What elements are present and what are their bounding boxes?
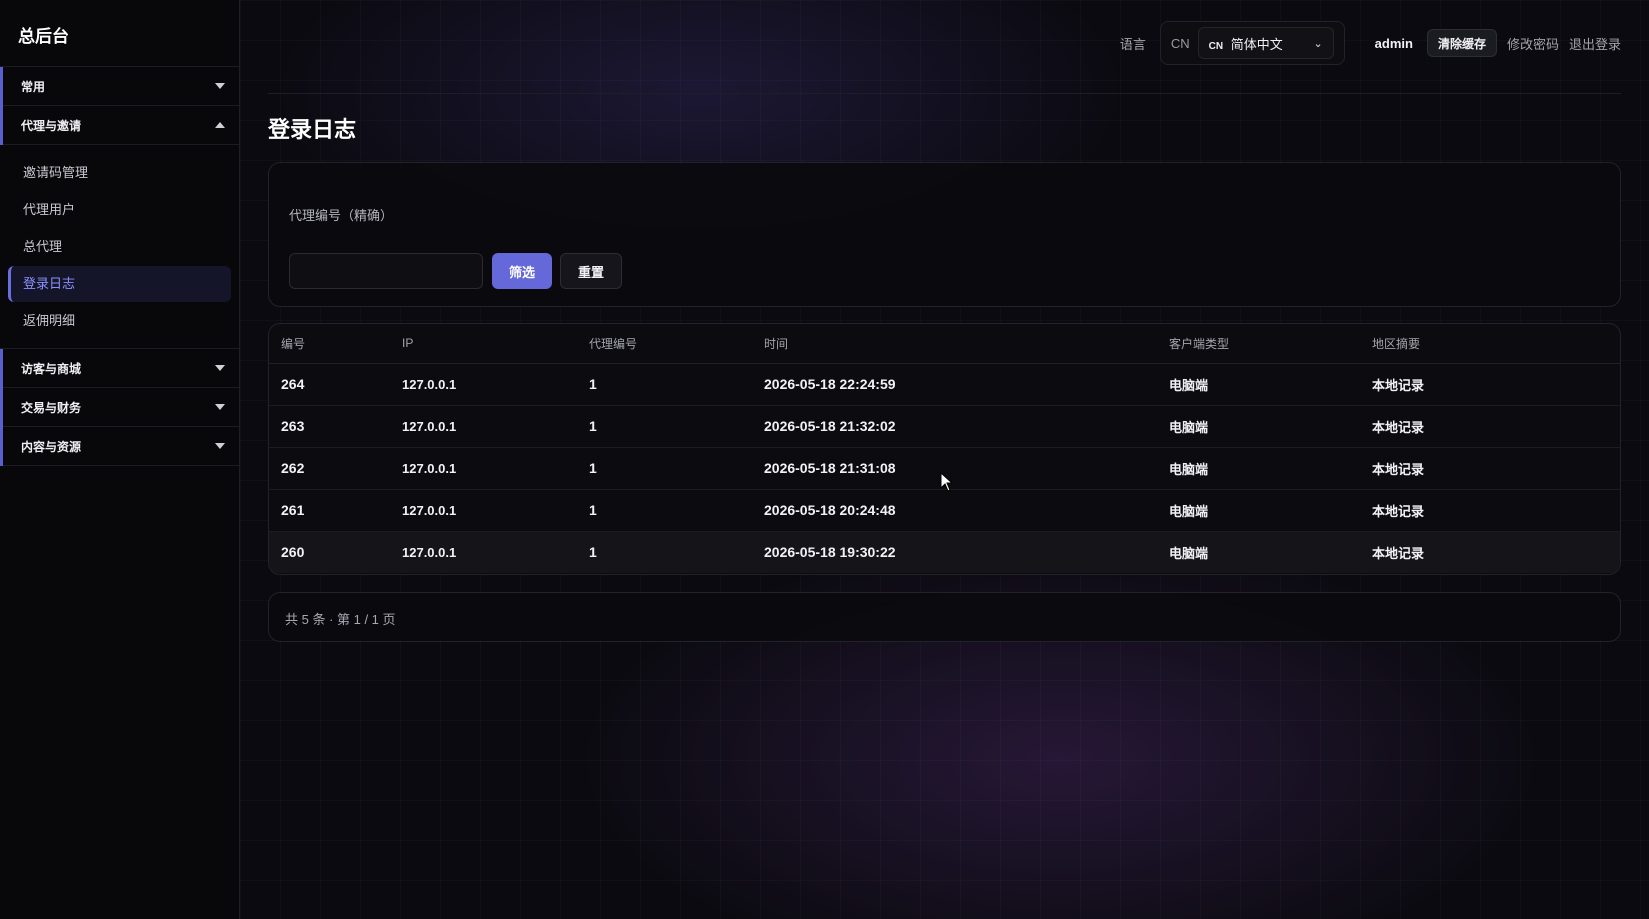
table-header-row: 编号 IP 代理编号 时间 客户端类型 地区摘要 <box>269 324 1620 364</box>
sidebar: 总后台 常用 代理与邀请 邀请码管理 代理用户 总代理 登录日志 返佣明细 访客… <box>0 0 240 919</box>
chevron-down-icon <box>215 83 225 89</box>
cell-agent-id: 1 <box>577 531 752 573</box>
cell-time: 2026-05-18 21:31:08 <box>752 447 1157 490</box>
table-row[interactable]: 263 127.0.0.1 1 2026-05-18 21:32:02 电脑端 … <box>269 405 1620 448</box>
filter-button[interactable]: 筛选 <box>492 253 552 289</box>
column-header-agent-id[interactable]: 代理编号 <box>577 324 752 364</box>
login-log-table: 编号 IP 代理编号 时间 客户端类型 地区摘要 264 127.0.0.1 1… <box>268 323 1621 575</box>
cell-client-type: 电脑端 <box>1157 531 1360 573</box>
chevron-down-icon <box>215 443 225 449</box>
nav-head-common[interactable]: 常用 <box>3 67 239 106</box>
language-label: 语言 <box>1119 36 1146 52</box>
sidebar-item-master-agent[interactable]: 总代理 <box>8 229 231 265</box>
nav-head-agent[interactable]: 代理与邀请 <box>3 106 239 145</box>
language-select-tag: CN <box>1208 40 1224 52</box>
nav-head-label: 交易与财务 <box>21 400 82 415</box>
column-header-region[interactable]: 地区摘要 <box>1360 324 1620 364</box>
language-code: CN <box>1170 35 1190 51</box>
page-title: 登录日志 <box>268 117 357 142</box>
cell-region: 本地记录 <box>1360 489 1620 532</box>
nav-group-content: 内容与资源 <box>0 427 239 466</box>
cell-client-type: 电脑端 <box>1157 363 1360 406</box>
table: 编号 IP 代理编号 时间 客户端类型 地区摘要 264 127.0.0.1 1… <box>269 324 1620 573</box>
nav-head-finance[interactable]: 交易与财务 <box>3 388 239 427</box>
cell-time: 2026-05-18 20:24:48 <box>752 489 1157 532</box>
nav-group-visitors: 访客与商城 <box>0 349 239 388</box>
cell-agent-id: 1 <box>577 363 752 406</box>
cell-region: 本地记录 <box>1360 363 1620 406</box>
chevron-down-icon <box>215 365 225 371</box>
table-row[interactable]: 260 127.0.0.1 1 2026-05-18 19:30:22 电脑端 … <box>269 531 1620 573</box>
chevron-down-icon: ⌄ <box>1313 37 1323 50</box>
cell-ip: 127.0.0.1 <box>390 489 577 532</box>
pagination-summary: 共 5 条 · 第 1 / 1 页 <box>268 592 1621 642</box>
cell-id: 264 <box>269 363 390 406</box>
agent-id-input[interactable] <box>289 253 483 289</box>
cell-time: 2026-05-18 21:32:02 <box>752 405 1157 448</box>
cell-ip: 127.0.0.1 <box>390 363 577 406</box>
cell-region: 本地记录 <box>1360 531 1620 573</box>
filter-panel: 代理编号（精确） 筛选 重置 <box>268 162 1621 307</box>
nav-group-finance: 交易与财务 <box>0 388 239 427</box>
nav-group-common: 常用 <box>0 67 239 106</box>
cell-id: 261 <box>269 489 390 532</box>
language-select-value: 简体中文 <box>1230 36 1283 52</box>
header-divider <box>268 93 1621 94</box>
sub-list-agent: 邀请码管理 代理用户 总代理 登录日志 返佣明细 <box>0 145 239 349</box>
language-select-value-wrap: CN 简体中文 <box>1209 34 1283 53</box>
cell-client-type: 电脑端 <box>1157 405 1360 448</box>
cell-time: 2026-05-18 22:24:59 <box>752 363 1157 406</box>
pagination-text: 共 5 条 · 第 1 / 1 页 <box>285 612 396 627</box>
cell-agent-id: 1 <box>577 405 752 448</box>
clear-cache-button[interactable]: 清除缓存 <box>1426 29 1497 57</box>
sidebar-item-login-log[interactable]: 登录日志 <box>8 266 231 302</box>
sidebar-item-invite-codes[interactable]: 邀请码管理 <box>8 155 231 191</box>
agent-id-filter-label: 代理编号（精确） <box>289 208 394 223</box>
reset-button[interactable]: 重置 <box>560 253 622 289</box>
sidebar-item-commission[interactable]: 返佣明细 <box>8 303 231 339</box>
cell-id: 262 <box>269 447 390 490</box>
cell-region: 本地记录 <box>1360 405 1620 448</box>
cell-ip: 127.0.0.1 <box>390 447 577 490</box>
brand-title: 总后台 <box>0 0 239 67</box>
sidebar-item-agent-users[interactable]: 代理用户 <box>8 192 231 228</box>
table-row[interactable]: 264 127.0.0.1 1 2026-05-18 22:24:59 电脑端 … <box>269 363 1620 406</box>
language-box: CN CN 简体中文 ⌄ <box>1159 21 1345 65</box>
table-row[interactable]: 261 127.0.0.1 1 2026-05-18 20:24:48 电脑端 … <box>269 489 1620 532</box>
cell-time: 2026-05-18 19:30:22 <box>752 531 1157 573</box>
cell-region: 本地记录 <box>1360 447 1620 490</box>
nav-head-visitors[interactable]: 访客与商城 <box>3 349 239 388</box>
change-password-link[interactable]: 修改密码 <box>1507 34 1559 53</box>
nav-head-content[interactable]: 内容与资源 <box>3 427 239 466</box>
nav-group-agent: 代理与邀请 <box>0 106 239 145</box>
nav-head-label: 常用 <box>21 79 46 94</box>
column-header-client-type[interactable]: 客户端类型 <box>1157 324 1360 364</box>
column-header-id[interactable]: 编号 <box>269 324 390 364</box>
chevron-down-icon <box>215 404 225 410</box>
column-header-ip[interactable]: IP <box>390 324 577 364</box>
cell-ip: 127.0.0.1 <box>390 531 577 573</box>
cell-client-type: 电脑端 <box>1157 489 1360 532</box>
cell-agent-id: 1 <box>577 447 752 490</box>
cell-ip: 127.0.0.1 <box>390 405 577 448</box>
cell-id: 263 <box>269 405 390 448</box>
nav-head-label: 内容与资源 <box>21 439 82 454</box>
cell-id: 260 <box>269 531 390 573</box>
nav-head-label: 代理与邀请 <box>21 118 82 133</box>
column-header-time[interactable]: 时间 <box>752 324 1157 364</box>
chevron-up-icon <box>215 122 225 128</box>
language-select[interactable]: CN 简体中文 ⌄ <box>1197 27 1334 59</box>
cell-agent-id: 1 <box>577 489 752 532</box>
logout-link[interactable]: 退出登录 <box>1569 34 1621 53</box>
nav-head-label: 访客与商城 <box>21 361 82 376</box>
top-bar: 语言 CN CN 简体中文 ⌄ admin 清除缓存 修改密码 退出登录 <box>268 20 1621 66</box>
user-name: admin <box>1374 35 1413 51</box>
cell-client-type: 电脑端 <box>1157 447 1360 490</box>
